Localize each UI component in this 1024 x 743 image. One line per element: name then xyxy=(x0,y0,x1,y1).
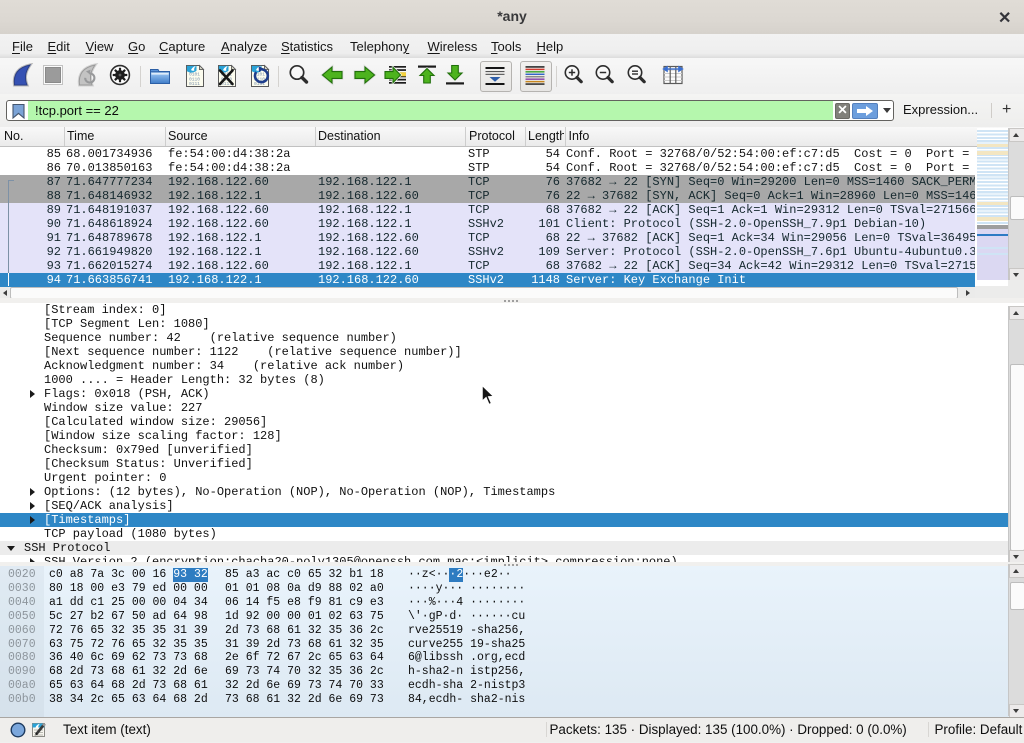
svg-text:0111: 0111 xyxy=(189,81,200,87)
